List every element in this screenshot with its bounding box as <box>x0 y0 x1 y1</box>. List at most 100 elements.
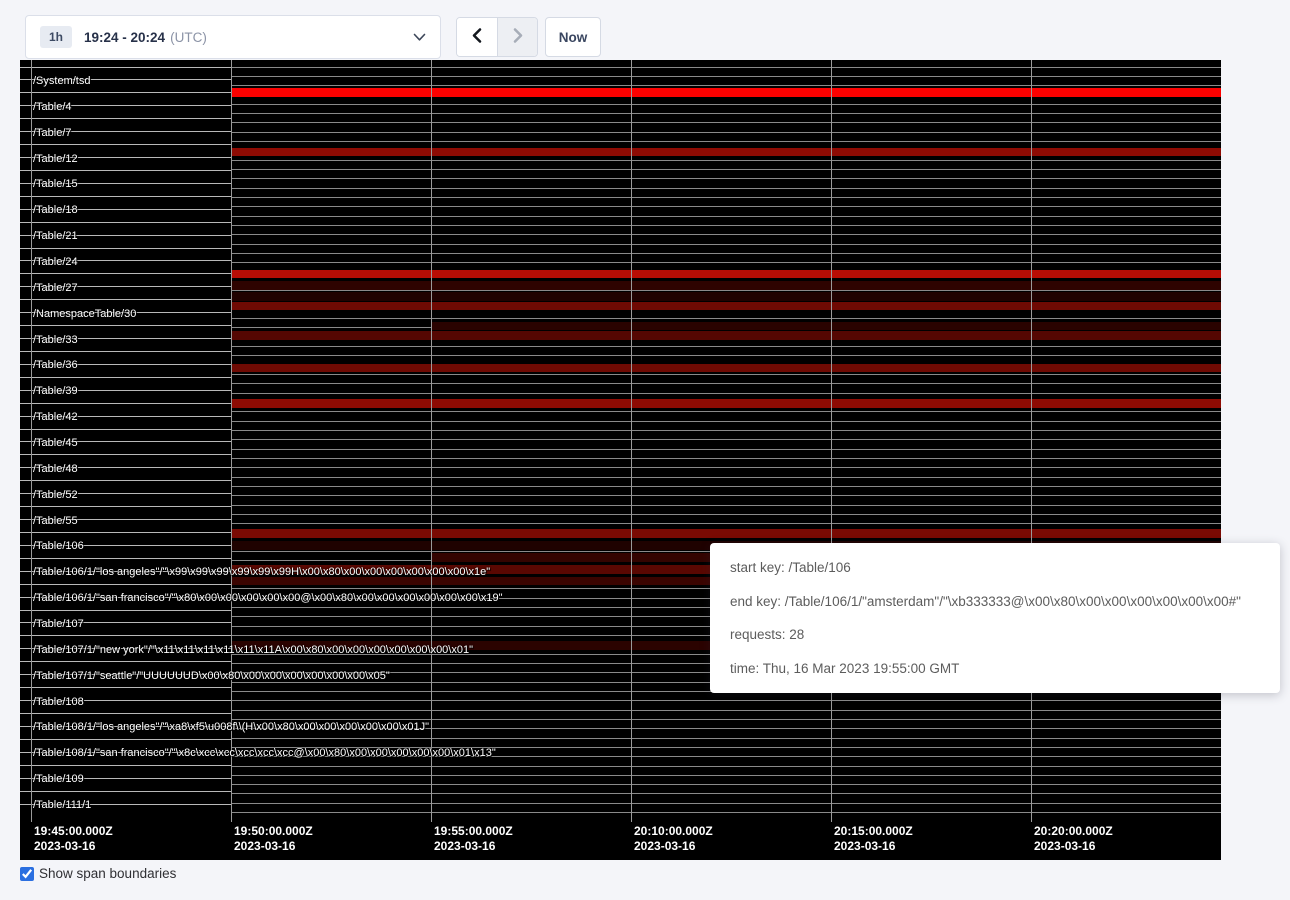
span-boundary-line <box>231 784 1221 785</box>
axis-tick-time: 19:50:00.000Z <box>234 824 313 839</box>
heat-band <box>431 322 1221 330</box>
span-label: /Table/48 <box>33 463 78 476</box>
span-label: /Table/111/1 <box>33 799 91 812</box>
span-boundary-line <box>20 713 231 714</box>
span-boundary-line <box>20 403 231 404</box>
span-boundary-line <box>231 514 1221 515</box>
span-boundary-line <box>231 458 1221 459</box>
span-boundary-line <box>231 505 1221 506</box>
span-label: /Table/45 <box>33 437 78 450</box>
span-boundary-line <box>231 355 1221 356</box>
span-boundary-line <box>20 506 231 507</box>
span-boundary-line <box>20 170 231 171</box>
span-label: /Table/107/1/"new york"/"\x11\x11\x11\x1… <box>33 644 473 657</box>
span-label: /Table/106 <box>33 540 84 553</box>
axis-tick-label: 19:55:00.000Z2023-03-16 <box>434 824 513 854</box>
span-boundary-line <box>231 290 1221 291</box>
span-label: /Table/7 <box>33 127 72 140</box>
span-boundary-line <box>231 719 1221 720</box>
axis-tick-date: 2023-03-16 <box>34 839 113 854</box>
show-span-boundaries-checkbox[interactable] <box>20 867 34 881</box>
span-boundary-line <box>231 812 1221 813</box>
span-boundary-line <box>231 738 1221 739</box>
time-bucket-line <box>631 60 632 822</box>
axis-tick-time: 20:20:00.000Z <box>1034 824 1113 839</box>
key-visualizer-canvas[interactable]: /System/tsd/Table/4/Table/7/Table/12/Tab… <box>20 60 1221 860</box>
span-boundary-line <box>231 169 1221 170</box>
time-preset-badge: 1h <box>40 26 72 48</box>
span-boundary-line <box>231 197 1221 198</box>
span-boundary-line <box>20 558 231 559</box>
span-boundary-line <box>20 429 231 430</box>
tooltip-start-key: start key: /Table/106 <box>730 560 1260 575</box>
footer: Show span boundaries <box>20 866 176 881</box>
span-label: /Table/27 <box>33 282 78 295</box>
span-boundary-line <box>20 67 231 68</box>
chevron-left-icon <box>470 27 484 47</box>
span-boundary-line <box>20 765 231 766</box>
span-label: /Table/42 <box>33 411 78 424</box>
heat-band <box>231 302 1221 310</box>
span-boundary-line <box>231 374 1221 375</box>
span-label: /Table/4 <box>33 101 72 114</box>
axis-tick-date: 2023-03-16 <box>834 839 913 854</box>
span-boundary-line <box>20 635 231 636</box>
span-boundary-line <box>231 793 1221 794</box>
time-bucket-line <box>431 60 432 822</box>
heat-band <box>231 529 1221 538</box>
span-boundary-line <box>231 122 1221 123</box>
span-label: /Table/39 <box>33 385 78 398</box>
span-boundary-line <box>231 132 1221 133</box>
span-boundary-line <box>231 76 1221 77</box>
heat-band <box>231 281 1221 290</box>
axis-tick-time: 20:15:00.000Z <box>834 824 913 839</box>
span-boundary-line <box>231 467 1221 468</box>
span-label: /Table/15 <box>33 178 78 191</box>
next-interval-button[interactable] <box>497 18 537 56</box>
span-label: /Table/55 <box>33 515 78 528</box>
span-boundary-line <box>231 141 1221 142</box>
span-boundary-line <box>20 351 231 352</box>
span-boundary-line <box>231 766 1221 767</box>
heat-band <box>231 399 1221 408</box>
axis-tick-date: 2023-03-16 <box>234 839 313 854</box>
span-boundary-line <box>231 67 1221 68</box>
span-boundary-line <box>20 273 231 274</box>
span-boundary-line <box>20 325 231 326</box>
axis-tick-label: 20:20:00.000Z2023-03-16 <box>1034 824 1113 854</box>
span-boundary-line <box>231 775 1221 776</box>
span-boundary-line <box>231 253 1221 254</box>
axis-tick-time: 20:10:00.000Z <box>634 824 713 839</box>
heat-band <box>231 88 1221 97</box>
span-label: /NamespaceTable/30 <box>33 308 136 321</box>
prev-interval-button[interactable] <box>457 18 497 56</box>
show-span-boundaries-label: Show span boundaries <box>39 866 176 881</box>
span-label: /Table/24 <box>33 256 78 269</box>
time-range-text: 19:24 - 20:24 <box>84 30 165 45</box>
span-label: /Table/107/1/"seattle"/"UUUUUUD\x00\x80\… <box>33 670 390 683</box>
span-label: /Table/18 <box>33 204 78 217</box>
span-boundary-line <box>20 480 231 481</box>
span-boundary-line <box>231 188 1221 189</box>
span-boundary-line <box>20 739 231 740</box>
now-button[interactable]: Now <box>545 17 601 57</box>
chevron-right-icon <box>511 27 525 47</box>
span-boundary-line <box>231 477 1221 478</box>
span-label: /Table/36 <box>33 359 78 372</box>
heat-band <box>231 331 1221 340</box>
span-boundary-line <box>231 160 1221 161</box>
axis-tick-time: 19:45:00.000Z <box>34 824 113 839</box>
span-boundary-line <box>20 377 231 378</box>
time-range-picker[interactable]: 1h 19:24 - 20:24 (UTC) <box>25 15 441 59</box>
span-boundary-line <box>231 421 1221 422</box>
time-bucket-line <box>31 60 32 822</box>
span-boundary-line <box>20 248 231 249</box>
span-boundary-line <box>231 262 1221 263</box>
span-boundary-line <box>20 144 231 145</box>
span-label: /Table/12 <box>33 153 78 166</box>
span-label: /Table/106/1/"los angeles"/"\x99\x99\x99… <box>33 566 490 579</box>
span-boundary-line <box>231 486 1221 487</box>
span-label: /Table/108 <box>33 696 84 709</box>
span-boundary-line <box>231 710 1221 711</box>
heat-band <box>231 148 1221 156</box>
